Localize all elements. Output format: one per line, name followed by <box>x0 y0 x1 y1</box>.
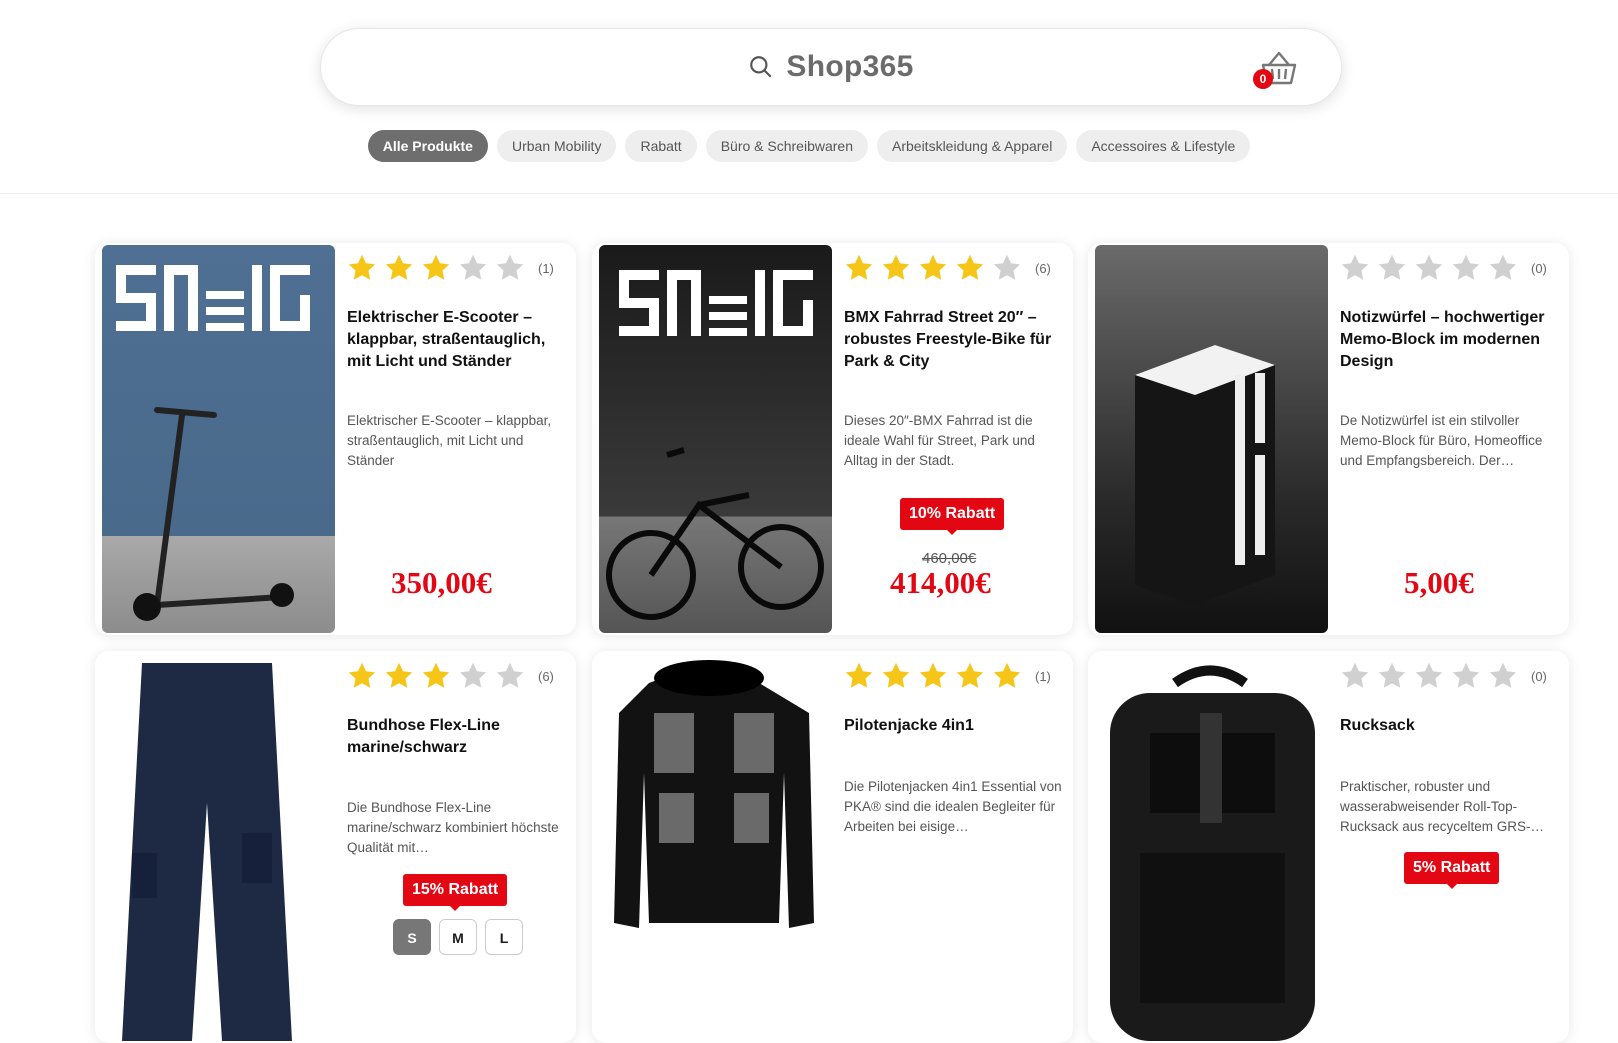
star-icon <box>882 254 910 280</box>
star-icon <box>1489 254 1517 280</box>
product-image-bmx[interactable] <box>599 245 832 633</box>
star-icon <box>993 662 1021 688</box>
rating-count: (6) <box>1035 260 1051 276</box>
product-description: Die Bundhose Flex-Line marine/schwarz ko… <box>347 800 559 855</box>
star-icon <box>845 662 873 688</box>
star-icon <box>385 254 413 280</box>
product-description: Praktischer, robuster und wasserabweisen… <box>1340 779 1545 834</box>
product-image-notecube[interactable] <box>1095 245 1328 633</box>
category-urban-mobility[interactable]: Urban Mobility <box>496 130 617 162</box>
product-image-backpack[interactable] <box>1095 653 1328 1041</box>
size-selector: S M L <box>393 919 523 955</box>
product-description: De Notizwürfel ist ein stilvoller Memo-B… <box>1340 413 1543 468</box>
star-icon <box>1341 662 1369 688</box>
category-all[interactable]: Alle Produkte <box>367 130 488 162</box>
star-icon <box>422 662 450 688</box>
star-icon <box>882 662 910 688</box>
product-title[interactable]: Bundhose Flex-Line marine/schwarz <box>347 715 569 759</box>
category-filter-bar: Alle Produkte Urban Mobility Rabatt Büro… <box>0 130 1618 162</box>
star-icon <box>1415 662 1443 688</box>
star-icon <box>993 254 1021 280</box>
product-card[interactable]: (0) Notizwürfel – hochwertiger Memo-Bloc… <box>1088 243 1569 635</box>
discount-badge: 5% Rabatt <box>1404 852 1500 889</box>
category-accessoires[interactable]: Accessoires & Lifestyle <box>1076 130 1251 162</box>
product-card[interactable]: (1) Elektrischer E-Scooter – klappbar, s… <box>95 243 576 635</box>
product-image-trousers[interactable] <box>102 653 335 1041</box>
star-icon <box>956 254 984 280</box>
cart-button[interactable]: 0 <box>1253 49 1299 89</box>
category-buero[interactable]: Büro & Schreibwaren <box>705 130 868 162</box>
rating-stars: (1) <box>347 253 554 283</box>
product-title[interactable]: Pilotenjacke 4in1 <box>844 715 1066 737</box>
rating-count: (0) <box>1531 668 1547 684</box>
rating-count: (0) <box>1531 260 1547 276</box>
product-card[interactable]: (6) BMX Fahrrad Street 20″ – robustes Fr… <box>592 243 1073 635</box>
star-icon <box>919 254 947 280</box>
star-icon <box>1489 662 1517 688</box>
star-icon <box>956 662 984 688</box>
product-description: Elektrischer E-Scooter – klappbar, straß… <box>347 413 552 468</box>
category-arbeitskleidung[interactable]: Arbeitskleidung & Apparel <box>877 130 1068 162</box>
product-image-scooter[interactable] <box>102 245 335 633</box>
product-card[interactable]: (1) Pilotenjacke 4in1 Die Pilotenjacken … <box>592 651 1073 1043</box>
rating-stars: (0) <box>1340 661 1547 691</box>
star-icon <box>459 254 487 280</box>
discount-badge: 10% Rabatt <box>900 498 1005 535</box>
star-icon <box>385 662 413 688</box>
rating-stars: (6) <box>844 253 1051 283</box>
size-option-s[interactable]: S <box>393 919 431 955</box>
product-price: 5,00€ <box>1404 565 1474 600</box>
rating-stars: (0) <box>1340 253 1547 283</box>
header: Shop365 0 Alle Produkte Urban Mobility R… <box>0 0 1618 194</box>
product-description: Dieses 20″-BMX Fahrrad ist die ideale Wa… <box>844 413 1035 468</box>
rating-stars: (1) <box>844 661 1051 691</box>
star-icon <box>1341 254 1369 280</box>
rating-stars: (6) <box>347 661 554 691</box>
rating-count: (6) <box>538 668 554 684</box>
product-card[interactable]: (6) Bundhose Flex-Line marine/schwarz Di… <box>95 651 576 1043</box>
product-price: 414,00€ <box>890 565 991 600</box>
rating-count: (1) <box>1035 668 1051 684</box>
product-title[interactable]: Notizwürfel – hochwertiger Memo-Block im… <box>1340 307 1562 373</box>
product-image-jacket[interactable] <box>599 653 832 1041</box>
size-option-m[interactable]: M <box>439 919 477 955</box>
product-title[interactable]: Rucksack <box>1340 715 1562 737</box>
brand-logo[interactable]: Shop365 <box>786 50 913 84</box>
rating-count: (1) <box>538 260 554 276</box>
product-title[interactable]: Elektrischer E-Scooter – klappbar, straß… <box>347 307 569 373</box>
search-icon[interactable] <box>748 54 774 80</box>
star-icon <box>1415 254 1443 280</box>
discount-badge: 15% Rabatt <box>403 874 508 911</box>
product-card[interactable]: (0) Rucksack Praktischer, robuster und w… <box>1088 651 1569 1043</box>
product-title[interactable]: BMX Fahrrad Street 20″ – robustes Freest… <box>844 307 1066 373</box>
star-icon <box>496 254 524 280</box>
cart-count-badge: 0 <box>1253 69 1273 89</box>
product-description: Die Pilotenjacken 4in1 Essential von PKA… <box>844 779 1062 834</box>
star-icon <box>348 662 376 688</box>
product-price: 350,00€ <box>391 565 492 600</box>
star-icon <box>1378 254 1406 280</box>
star-icon <box>1378 662 1406 688</box>
star-icon <box>348 254 376 280</box>
star-icon <box>496 662 524 688</box>
search-bar[interactable]: Shop365 0 <box>320 28 1342 106</box>
size-option-l[interactable]: L <box>485 919 523 955</box>
star-icon <box>919 662 947 688</box>
star-icon <box>845 254 873 280</box>
category-rabatt[interactable]: Rabatt <box>625 130 697 162</box>
star-icon <box>459 662 487 688</box>
star-icon <box>1452 254 1480 280</box>
star-icon <box>1452 662 1480 688</box>
star-icon <box>422 254 450 280</box>
